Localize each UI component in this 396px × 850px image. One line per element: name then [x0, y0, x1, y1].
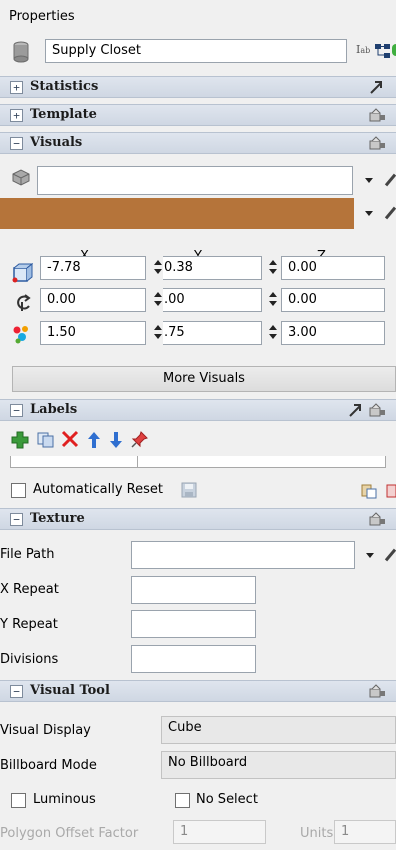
- color-swatch[interactable]: [0, 198, 354, 229]
- section-template[interactable]: + Template: [0, 104, 396, 126]
- file-path-field[interactable]: [131, 541, 355, 569]
- settings-icon[interactable]: [368, 135, 386, 151]
- edit-pen-icon[interactable]: [384, 548, 396, 562]
- size-x-spinner[interactable]: [153, 321, 163, 345]
- settings-icon[interactable]: [368, 511, 386, 527]
- no-select-checkbox[interactable]: [175, 793, 190, 808]
- tree-icon[interactable]: [375, 43, 391, 59]
- size-y-field[interactable]: .75: [163, 321, 262, 345]
- file-path-label: File Path: [0, 547, 55, 562]
- billboard-mode-label: Billboard Mode: [0, 758, 97, 773]
- divisions-field[interactable]: [131, 645, 256, 673]
- move-down-icon[interactable]: [109, 431, 123, 449]
- section-texture[interactable]: − Texture: [0, 508, 396, 530]
- size-y-spinner[interactable]: [268, 321, 278, 345]
- visual-display-label: Visual Display: [0, 723, 91, 738]
- polygon-offset-label: Polygon Offset Factor: [0, 826, 139, 841]
- billboard-mode-select[interactable]: No Billboard: [161, 751, 396, 779]
- size-z-field[interactable]: 3.00: [281, 321, 385, 345]
- section-label: Template: [30, 107, 97, 122]
- collapse-icon[interactable]: −: [10, 137, 23, 150]
- move-up-icon[interactable]: [87, 431, 101, 449]
- units-label: Units: [300, 826, 334, 841]
- rotation-icon: [14, 292, 34, 312]
- section-label: Statistics: [30, 79, 99, 94]
- add-icon[interactable]: [11, 431, 29, 449]
- settings-icon[interactable]: [368, 683, 386, 699]
- panel-title: Properties: [9, 9, 75, 24]
- paste-icon[interactable]: [361, 483, 377, 499]
- luminous-checkbox[interactable]: [11, 793, 26, 808]
- section-label: Labels: [30, 402, 78, 417]
- edit-pen-icon[interactable]: [384, 206, 396, 220]
- position-z-field[interactable]: 0.00: [281, 256, 385, 280]
- section-label: Visual Tool: [30, 683, 110, 698]
- size-icon: [12, 325, 32, 345]
- copy-icon[interactable]: [37, 432, 55, 448]
- collapse-icon[interactable]: −: [10, 685, 23, 698]
- polygon-offset-field[interactable]: 1: [173, 820, 266, 844]
- auto-reset-checkbox[interactable]: [11, 483, 26, 498]
- more-visuals-button[interactable]: More Visuals: [12, 366, 396, 392]
- units-field[interactable]: 1: [334, 820, 396, 844]
- edit-pen-icon[interactable]: [384, 173, 396, 187]
- visual-display-select[interactable]: Cube: [161, 716, 396, 744]
- section-label: Visuals: [30, 135, 83, 150]
- chevron-down-icon[interactable]: [365, 211, 373, 216]
- section-visuals[interactable]: − Visuals: [0, 132, 396, 154]
- labels-table[interactable]: [10, 456, 386, 468]
- position-x-field[interactable]: -7.78: [40, 256, 146, 280]
- rotation-x-spinner[interactable]: [153, 288, 163, 312]
- pop-out-arrow-icon[interactable]: [347, 402, 365, 418]
- rotation-y-spinner[interactable]: [268, 288, 278, 312]
- object-name-field[interactable]: Supply Closet: [45, 39, 347, 63]
- position-icon: [11, 262, 34, 285]
- settings-icon[interactable]: [368, 402, 386, 418]
- luminous-label: Luminous: [33, 792, 96, 807]
- section-labels[interactable]: − Labels: [0, 399, 396, 421]
- text-edit-icon[interactable]: Iab: [356, 43, 370, 56]
- position-y-spinner[interactable]: [268, 256, 278, 280]
- chevron-down-icon[interactable]: [365, 178, 373, 183]
- delete-icon[interactable]: [61, 430, 79, 448]
- no-select-label: No Select: [196, 792, 258, 807]
- status-dot-icon: [392, 44, 396, 56]
- collapse-icon[interactable]: −: [10, 513, 23, 526]
- section-label: Texture: [30, 511, 85, 526]
- x-repeat-label: X Repeat: [0, 582, 59, 597]
- save-icon[interactable]: [181, 482, 197, 498]
- delete-table-icon[interactable]: [386, 483, 396, 499]
- divisions-label: Divisions: [0, 652, 59, 667]
- settings-icon[interactable]: [368, 107, 386, 123]
- expand-icon[interactable]: +: [10, 109, 23, 122]
- rotation-y-field[interactable]: .00: [163, 288, 262, 312]
- rotation-x-field[interactable]: 0.00: [40, 288, 146, 312]
- pin-icon[interactable]: [131, 430, 149, 448]
- expand-icon[interactable]: +: [10, 81, 23, 94]
- rotation-z-field[interactable]: 0.00: [281, 288, 385, 312]
- y-repeat-field[interactable]: [131, 610, 256, 638]
- chevron-down-icon[interactable]: [366, 553, 374, 558]
- shape-icon: [11, 168, 31, 186]
- size-x-field[interactable]: 1.50: [40, 321, 146, 345]
- section-visual-tool[interactable]: − Visual Tool: [0, 680, 396, 702]
- section-statistics[interactable]: + Statistics: [0, 76, 396, 98]
- pop-out-arrow-icon[interactable]: [368, 79, 386, 95]
- y-repeat-label: Y Repeat: [0, 617, 58, 632]
- collapse-icon[interactable]: −: [10, 404, 23, 417]
- cylinder-icon: [13, 41, 29, 63]
- shape-file-field[interactable]: [37, 166, 353, 195]
- x-repeat-field[interactable]: [131, 576, 256, 604]
- position-y-field[interactable]: 0.38: [163, 256, 262, 280]
- position-x-spinner[interactable]: [153, 256, 163, 280]
- auto-reset-label: Automatically Reset: [33, 482, 163, 497]
